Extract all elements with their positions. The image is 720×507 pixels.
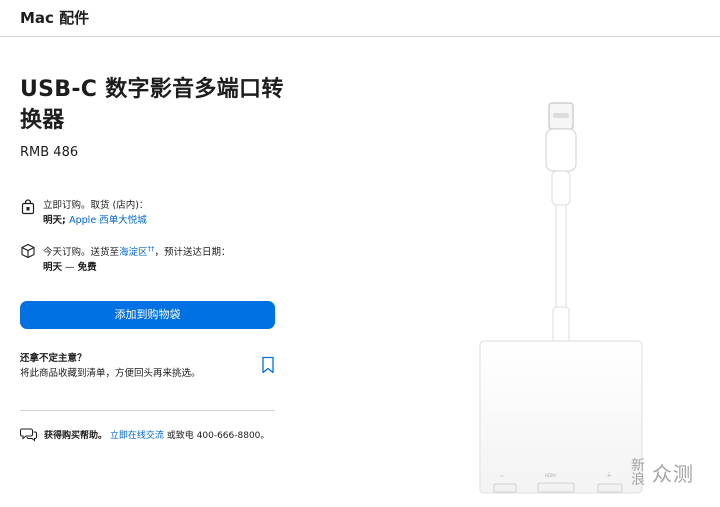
pickup-info: 立即订购。取货 (店内)： 明天; Apple 西单大悦城 — [20, 198, 148, 228]
add-to-bag-button[interactable]: 添加到购物袋 — [20, 301, 275, 329]
svg-text:▭: ▭ — [500, 473, 504, 478]
watermark-text: 众测 — [652, 462, 694, 486]
chat-icon — [20, 428, 37, 442]
pickup-day: 明天 — [43, 215, 63, 226]
svg-text:⏚: ⏚ — [606, 472, 612, 479]
chat-link[interactable]: 立即在线交流 — [110, 431, 164, 441]
product-price: RMB 486 — [20, 145, 79, 160]
watermark-char-b: 浪 — [631, 471, 645, 488]
box-icon — [21, 243, 35, 259]
help-label: 获得购买帮助。 — [44, 430, 108, 441]
store-link[interactable]: Apple 西单大悦城 — [69, 215, 147, 226]
district-link[interactable]: 海淀区 — [119, 247, 148, 258]
watermark: 新 浪 众测 — [628, 458, 694, 487]
delivery-prefix: 今天订购。送货至 — [43, 247, 120, 259]
delivery-cost: 免费 — [77, 262, 97, 274]
delivery-day: 明天 — [43, 262, 63, 274]
section-title[interactable]: Mac 配件 — [20, 7, 89, 28]
watermark-char-a: 新 — [631, 457, 645, 474]
footnote-marker[interactable]: †† — [148, 245, 155, 253]
top-nav: Mac 配件 — [0, 0, 720, 37]
save-for-later: 还拿不定主意？ 将此商品收藏到清单，方便回头再来挑选。 — [20, 352, 275, 381]
save-title: 还拿不定主意？ — [20, 353, 87, 364]
delivery-info: 今天订购。送货至海淀区††，预计送达日期： 明天 — 免费 — [20, 242, 231, 275]
delivery-dash: — — [65, 262, 75, 274]
hdmi-port-label: HDMI — [545, 473, 556, 478]
product-image: ▭ HDMI ⏚ — [479, 102, 643, 494]
bag-icon — [21, 199, 35, 215]
bookmark-icon[interactable] — [261, 356, 275, 374]
pickup-line: 立即订购。取货 (店内)： — [43, 200, 149, 211]
help-phone: 或致电 400-666-8800。 — [166, 430, 270, 441]
divider — [20, 410, 275, 411]
save-description: 将此商品收藏到清单，方便回头再来挑选。 — [20, 368, 201, 379]
product-title: USB-C 数字影音多端口转换器 — [20, 77, 284, 133]
purchase-help: 获得购买帮助。 立即在线交流 或致电 400-666-8800。 — [20, 426, 269, 442]
delivery-suffix: ，预计送达日期： — [154, 247, 231, 259]
